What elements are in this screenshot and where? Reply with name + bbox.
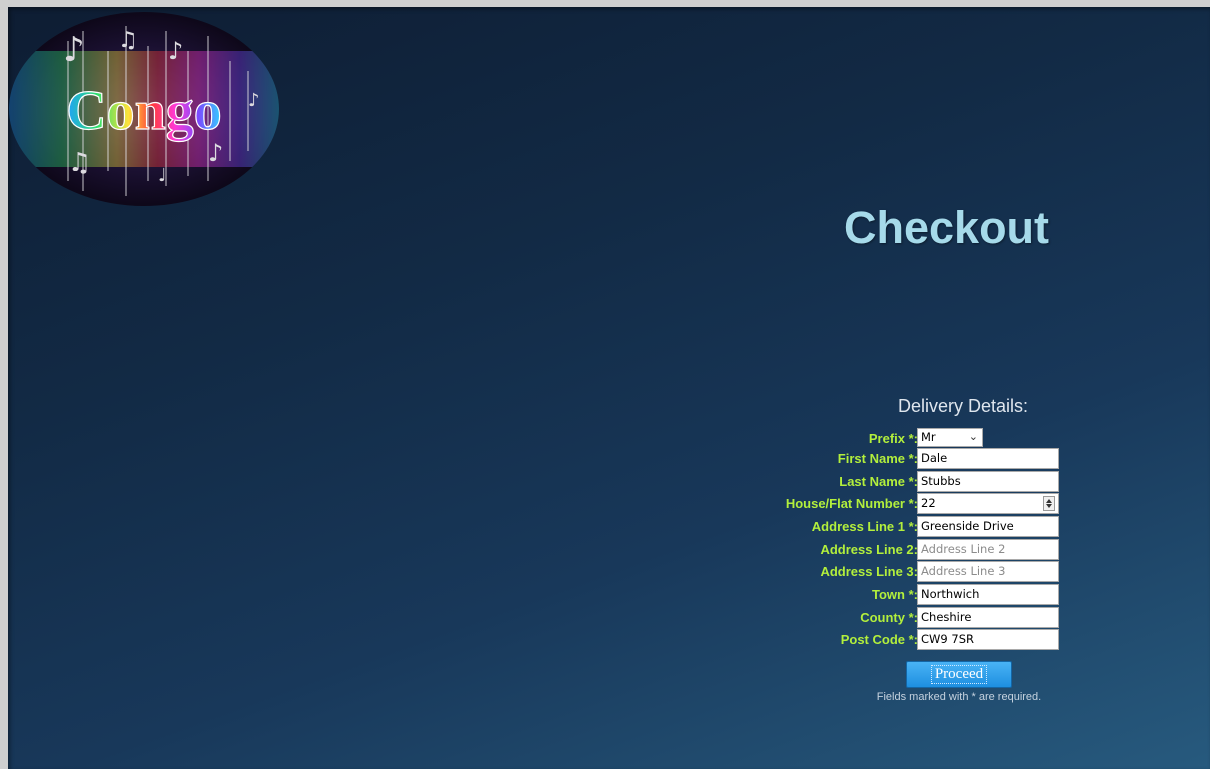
- svg-text:♪: ♪: [168, 37, 183, 65]
- address-line-1-row: Address Line 1 *: Greenside Drive: [708, 516, 1068, 538]
- svg-text:♩: ♩: [158, 165, 167, 186]
- address-line-1-label: Address Line 1 *:: [811, 519, 918, 534]
- spinner-up-icon[interactable]: [1046, 499, 1052, 503]
- svg-text:♫: ♫: [118, 28, 138, 53]
- postcode-input[interactable]: CW9 7SR: [917, 629, 1059, 650]
- page-background: ♪ ♫ ♪ ♫ ♪ ♪ ♩ Congo Checkout Delivery De…: [8, 7, 1210, 769]
- logo-text: Congo: [66, 80, 222, 142]
- town-row: Town *: Northwich: [708, 584, 1068, 606]
- proceed-label: Proceed: [930, 665, 988, 684]
- town-label: Town *:: [872, 587, 918, 602]
- window-frame: ♪ ♫ ♪ ♫ ♪ ♪ ♩ Congo Checkout Delivery De…: [0, 0, 1210, 769]
- first-name-row: First Name *: Dale: [708, 448, 1068, 470]
- proceed-button[interactable]: Proceed: [906, 661, 1012, 688]
- spinner-down-icon[interactable]: [1046, 504, 1052, 508]
- house-number-value: 22: [921, 496, 936, 510]
- address-line-3-input[interactable]: Address Line 3: [917, 561, 1059, 582]
- first-name-input[interactable]: Dale: [917, 448, 1059, 469]
- county-row: County *: Cheshire: [708, 607, 1068, 629]
- prefix-row: Prefix *: Mr ⌄: [708, 428, 1068, 450]
- first-name-label: First Name *:: [837, 451, 918, 466]
- prefix-label: Prefix *:: [868, 431, 918, 446]
- svg-text:♪: ♪: [208, 139, 223, 167]
- last-name-label: Last Name *:: [839, 474, 918, 489]
- county-label: County *:: [860, 610, 918, 625]
- address-line-3-label: Address Line 3:: [820, 564, 918, 579]
- svg-text:♪: ♪: [248, 90, 260, 111]
- svg-text:♫: ♫: [68, 148, 91, 178]
- address-line-1-input[interactable]: Greenside Drive: [917, 516, 1059, 537]
- postcode-label: Post Code *:: [840, 632, 918, 647]
- chevron-down-icon: ⌄: [968, 430, 978, 443]
- prefix-select[interactable]: Mr ⌄: [917, 428, 983, 447]
- postcode-row: Post Code *: CW9 7SR: [708, 629, 1068, 651]
- number-spinner[interactable]: [1043, 496, 1055, 511]
- address-line-2-row: Address Line 2: Address Line 2: [708, 539, 1068, 561]
- address-line-2-input[interactable]: Address Line 2: [917, 539, 1059, 560]
- required-fields-note: Fields marked with * are required.: [876, 691, 1042, 703]
- congo-logo[interactable]: ♪ ♫ ♪ ♫ ♪ ♪ ♩ Congo: [8, 11, 280, 207]
- form-heading: Delivery Details:: [897, 396, 1029, 416]
- house-number-input[interactable]: 22: [917, 493, 1059, 514]
- address-line-3-row: Address Line 3: Address Line 3: [708, 561, 1068, 583]
- last-name-input[interactable]: Stubbs: [917, 471, 1059, 492]
- svg-text:♪: ♪: [63, 30, 85, 70]
- house-number-row: House/Flat Number *: 22: [708, 493, 1068, 515]
- house-number-label: House/Flat Number *:: [785, 496, 918, 511]
- prefix-value: Mr: [921, 430, 936, 444]
- county-input[interactable]: Cheshire: [917, 607, 1059, 628]
- page-title: Checkout: [844, 202, 1050, 253]
- town-input[interactable]: Northwich: [917, 584, 1059, 605]
- address-line-2-label: Address Line 2:: [820, 542, 918, 557]
- last-name-row: Last Name *: Stubbs: [708, 471, 1068, 493]
